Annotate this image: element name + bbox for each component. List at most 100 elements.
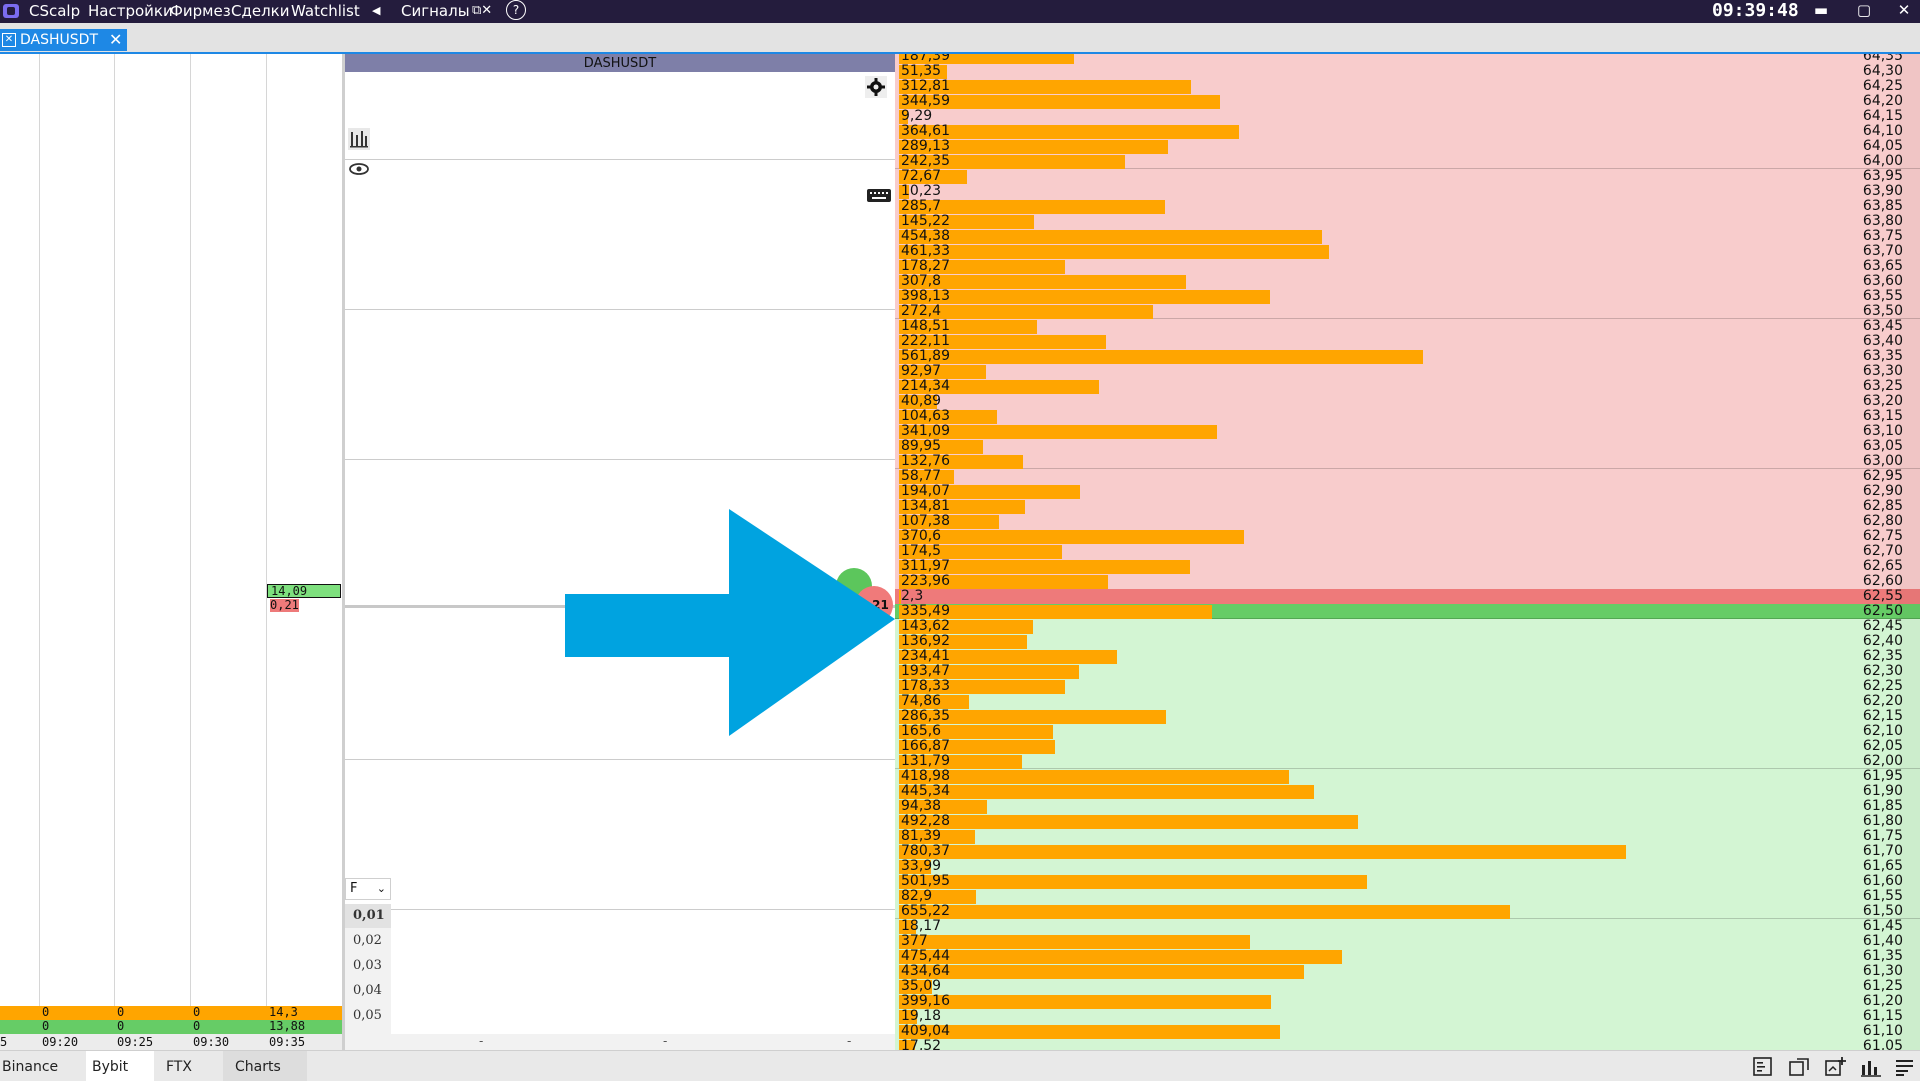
indicators-icon[interactable] [348,128,370,150]
lot-size-option[interactable]: 0,04 [345,979,391,1003]
tab-charts[interactable]: Charts [223,1051,307,1081]
ask-row[interactable]: 148,51 63,45 [895,319,1920,334]
bid-row[interactable]: 94,38 61,85 [895,799,1920,814]
bid-row[interactable]: 18,17 61,45 [895,919,1920,934]
bid-row[interactable]: 501,95 61,60 [895,874,1920,889]
tab-ftx[interactable]: FTX [166,1051,223,1081]
bid-row[interactable]: 655,22 61,50 [895,904,1920,919]
ask-row[interactable]: 370,6 62,75 [895,529,1920,544]
ask-row[interactable]: 92,97 63,30 [895,364,1920,379]
ask-row[interactable]: 134,81 62,85 [895,499,1920,514]
menu-deals[interactable]: Сделки [231,1,289,21]
collapse-left-icon[interactable]: ◀ [372,1,380,21]
cluster-buy-cell[interactable]: 14,09 [267,584,341,598]
ask-row[interactable]: 222,11 63,40 [895,334,1920,349]
ask-row[interactable]: 454,38 63,75 [895,229,1920,244]
bid-row[interactable]: 131,79 62,00 [895,754,1920,769]
ask-row[interactable]: 104,63 63,15 [895,409,1920,424]
tab-binance[interactable]: Binance [0,1051,88,1081]
ask-row[interactable]: 561,89 63,35 [895,349,1920,364]
statistics-icon[interactable] [1859,1056,1883,1078]
bid-row[interactable]: 81,39 61,75 [895,829,1920,844]
ask-row[interactable]: 9,29 64,15 [895,109,1920,124]
ask-row[interactable]: 145,22 63,80 [895,214,1920,229]
menu-watchlist[interactable]: Watchlist [291,1,360,21]
ask-row[interactable]: 242,35 64,00 [895,154,1920,169]
bid-row[interactable]: 475,44 61,35 [895,949,1920,964]
ask-row[interactable]: 89,95 63,05 [895,439,1920,454]
lot-size-option[interactable]: 0,03 [345,954,391,978]
cluster-sell-cell[interactable]: 0,21 [267,599,341,613]
order-book-scrollbar[interactable] [1899,54,1920,1050]
ask-row[interactable]: 174,5 62,70 [895,544,1920,559]
tab-select-icon[interactable]: ✕ [2,33,16,47]
ask-row[interactable]: 307,8 63,60 [895,274,1920,289]
bid-row[interactable]: 445,34 61,90 [895,784,1920,799]
menu-firmez[interactable]: Фирмез [170,1,231,21]
bid-row[interactable]: 377 61,40 [895,934,1920,949]
bid-row[interactable]: 74,86 62,20 [895,694,1920,709]
bid-row[interactable]: 19,18 61,15 [895,1009,1920,1024]
eye-icon[interactable] [348,158,370,180]
bid-row[interactable]: 780,37 61,70 [895,844,1920,859]
ask-row[interactable]: 312,81 64,25 [895,79,1920,94]
bid-row[interactable]: 234,41 62,35 [895,649,1920,664]
ask-row[interactable]: 40,89 63,20 [895,394,1920,409]
close-tab-icon[interactable]: ✕ [109,29,122,51]
lot-size-option[interactable]: 0,05 [345,1004,391,1028]
ask-row[interactable]: 58,77 62,95 [895,469,1920,484]
bid-row[interactable]: 335,49 62,50 [895,604,1920,619]
book-layout-icon[interactable] [1751,1056,1775,1078]
ask-row[interactable]: 178,27 63,65 [895,259,1920,274]
order-book[interactable]: 187,39 64,35 51,35 64,30 312,81 64,25 344,59 64… [895,54,1920,1050]
ask-row[interactable]: 272,4 63,50 [895,304,1920,319]
minimize-button[interactable]: ▬ [1806,0,1836,23]
ask-row[interactable]: 311,97 62,65 [895,559,1920,574]
ask-row[interactable]: 107,38 62,80 [895,514,1920,529]
bid-row[interactable]: 17,52 61,05 [895,1039,1920,1050]
bid-row[interactable]: 35,09 61,25 [895,979,1920,994]
ask-row[interactable]: 51,35 64,30 [895,64,1920,79]
ask-row[interactable]: 285,7 63,85 [895,199,1920,214]
ask-row[interactable]: 341,09 63,10 [895,424,1920,439]
bid-row[interactable]: 143,62 62,45 [895,619,1920,634]
ask-row[interactable]: 2,3 62,55 [895,589,1920,604]
ask-row[interactable]: 187,39 64,35 [895,54,1920,64]
bid-row[interactable]: 136,92 62,40 [895,634,1920,649]
help-icon[interactable]: ? [506,0,526,20]
add-chart-icon[interactable] [1823,1056,1847,1078]
bid-row[interactable]: 434,64 61,30 [895,964,1920,979]
new-window-icon[interactable] [1787,1056,1811,1078]
ask-row[interactable]: 364,61 64,10 [895,124,1920,139]
bid-row[interactable]: 165,6 62,10 [895,724,1920,739]
bid-row[interactable]: 418,98 61,95 [895,769,1920,784]
ask-row[interactable]: 461,33 63,70 [895,244,1920,259]
bid-row[interactable]: 166,87 62,05 [895,739,1920,754]
list-menu-icon[interactable] [1893,1056,1917,1078]
bid-row[interactable]: 33,99 61,65 [895,859,1920,874]
tab-bybit[interactable]: Bybit [86,1051,154,1081]
close-window-button[interactable]: ✕ [1889,0,1919,23]
maximize-button[interactable]: ▢ [1849,0,1879,23]
bid-row[interactable]: 193,47 62,30 [895,664,1920,679]
ask-row[interactable]: 344,59 64,20 [895,94,1920,109]
menu-signals[interactable]: Сигналы [401,1,470,21]
ask-row[interactable]: 289,13 64,05 [895,139,1920,154]
bid-row[interactable]: 286,35 62,15 [895,709,1920,724]
ask-row[interactable]: 72,67 63,95 [895,169,1920,184]
menu-settings[interactable]: Настройки [88,1,173,21]
keyboard-icon[interactable] [866,185,892,207]
bid-row[interactable]: 492,28 61,80 [895,814,1920,829]
ask-row[interactable]: 10,23 63,90 [895,184,1920,199]
ask-row[interactable]: 398,13 63,55 [895,289,1920,304]
lot-size-option[interactable]: 0,02 [345,929,391,953]
bid-row[interactable]: 82,9 61,55 [895,889,1920,904]
ask-row[interactable]: 223,96 62,60 [895,574,1920,589]
bid-row[interactable]: 399,16 61,20 [895,994,1920,1009]
chart-panel[interactable]: DASHUSDT 0,21 F ⌄ 0,01 0,02 0,03 0,04 0,… [345,54,895,1050]
bid-row[interactable]: 409,04 61,10 [895,1024,1920,1039]
order-type-select[interactable]: F ⌄ [345,878,391,900]
ask-row[interactable]: 194,07 62,90 [895,484,1920,499]
bid-row[interactable]: 178,33 62,25 [895,679,1920,694]
settings-gear-icon[interactable] [865,76,887,98]
